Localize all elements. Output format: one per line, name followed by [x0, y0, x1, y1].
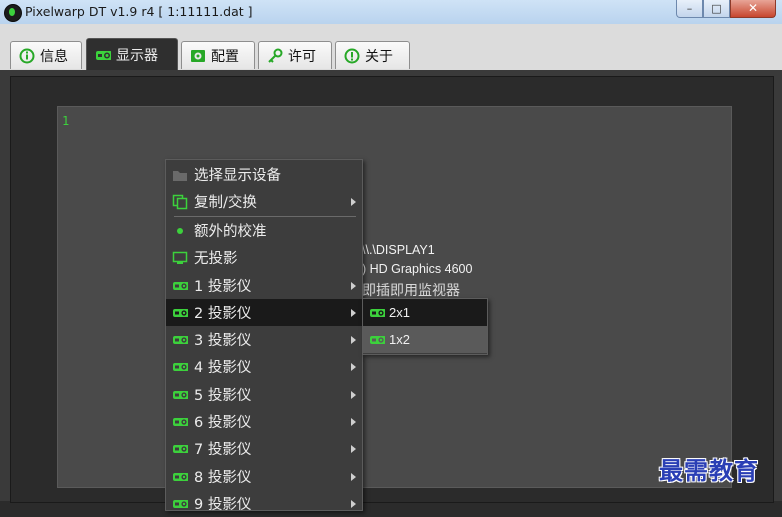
menu-item-6-projector[interactable]: 6 投影仪 — [166, 408, 362, 435]
maximize-button[interactable]: □ — [703, 0, 730, 18]
display-name: \\.\DISPLAY1 — [362, 243, 435, 257]
watermark-logo: 最需教育 — [659, 456, 759, 485]
config-icon — [190, 48, 206, 64]
submenu-item-1x2[interactable]: 1x2 — [363, 326, 487, 353]
copy-icon — [172, 194, 188, 210]
projector-icon — [172, 305, 188, 321]
tab-config[interactable]: 配置 — [181, 41, 255, 69]
app-logo-icon — [4, 4, 22, 22]
projector-icon — [172, 414, 188, 430]
close-button[interactable]: ✕ — [730, 0, 776, 18]
menu-item-4-projector[interactable]: 4 投影仪 — [166, 353, 362, 380]
chevron-right-icon — [351, 472, 356, 481]
projector-icon — [172, 359, 188, 375]
chevron-right-icon — [351, 362, 356, 371]
menu-item-8-projector[interactable]: 8 投影仪 — [166, 463, 362, 490]
menu-item-3-projector[interactable]: 3 投影仪 — [166, 326, 362, 353]
submenu-item-2x1[interactable]: 2x1 — [363, 299, 487, 326]
projector-icon — [172, 441, 188, 457]
menu-item-9-projector[interactable]: 9 投影仪 — [166, 490, 362, 517]
tab-label: 关于 — [365, 48, 393, 65]
tab-label: 信息 — [40, 48, 68, 65]
projector-icon — [95, 47, 111, 63]
menu-item-5-projector[interactable]: 5 投影仪 — [166, 381, 362, 408]
menu-item-extra-calibration[interactable]: 额外的校准 — [166, 217, 362, 244]
chevron-right-icon — [351, 417, 356, 426]
window-title: Pixelwarp DT v1.9 r4 [ 1:11111.dat ] — [25, 4, 253, 19]
key-icon — [267, 48, 283, 64]
tab-display[interactable]: 显示器 — [86, 38, 178, 70]
minimize-button[interactable]: – — [676, 0, 703, 18]
chevron-right-icon — [351, 390, 356, 399]
close-icon: ✕ — [747, 1, 759, 15]
display-number: 1 — [62, 114, 70, 128]
menu-item-2-projector[interactable]: 2 投影仪 — [166, 299, 362, 326]
dot-icon — [172, 223, 188, 239]
tab-license[interactable]: 许可 — [258, 41, 332, 69]
tab-bar: 信息 显示器 配置 许可 关于 — [0, 24, 782, 70]
projector-icon — [172, 469, 188, 485]
context-menu: 选择显示设备 复制/交换 额外的校准 无投影 1 投影仪 2 投影仪 3 投影仪 — [165, 159, 363, 513]
chevron-right-icon — [351, 444, 356, 453]
submenu-2-projectors: 2x1 1x2 — [362, 298, 488, 355]
maximize-icon: □ — [711, 2, 722, 15]
menu-item-copy-swap[interactable]: 复制/交换 — [166, 188, 362, 215]
chevron-right-icon — [351, 308, 356, 317]
chevron-right-icon — [351, 281, 356, 290]
tab-about[interactable]: 关于 — [335, 41, 410, 69]
info-circle-icon — [19, 48, 35, 64]
projector-icon — [172, 332, 188, 348]
monitor-icon — [172, 250, 188, 266]
projector-icon — [369, 332, 385, 348]
projector-icon — [172, 387, 188, 403]
title-bar: Pixelwarp DT v1.9 r4 [ 1:11111.dat ] – □… — [0, 0, 782, 25]
tab-info[interactable]: 信息 — [10, 41, 82, 69]
folder-icon — [172, 167, 188, 183]
menu-item-1-projector[interactable]: 1 投影仪 — [166, 272, 362, 299]
display-adapter: ) HD Graphics 4600 — [362, 262, 473, 276]
window-controls: – □ ✕ — [676, 0, 776, 19]
projector-icon — [172, 496, 188, 512]
exclamation-circle-icon — [344, 48, 360, 64]
display-monitor: 即插即用监视器 — [362, 282, 460, 298]
menu-item-select-display[interactable]: 选择显示设备 — [166, 161, 362, 188]
projector-icon — [172, 278, 188, 294]
tab-label: 配置 — [211, 48, 239, 65]
tab-label: 许可 — [288, 48, 316, 65]
chevron-right-icon — [351, 335, 356, 344]
projector-icon — [369, 305, 385, 321]
chevron-right-icon — [351, 197, 356, 206]
tab-label: 显示器 — [116, 47, 158, 64]
menu-item-7-projector[interactable]: 7 投影仪 — [166, 435, 362, 462]
menu-item-no-projection[interactable]: 无投影 — [166, 244, 362, 271]
minimize-icon: – — [686, 2, 693, 15]
